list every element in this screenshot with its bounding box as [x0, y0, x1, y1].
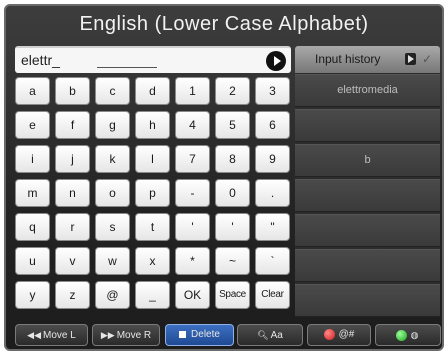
key-char[interactable]: y — [15, 281, 50, 309]
key-char[interactable]: 7 — [175, 145, 210, 173]
key-char[interactable]: o — [95, 179, 130, 207]
key-char[interactable]: 0 — [215, 179, 250, 207]
history-item[interactable]: b — [295, 144, 440, 177]
key-char[interactable]: m — [15, 179, 50, 207]
key-char[interactable]: k — [95, 145, 130, 173]
history-item[interactable] — [295, 109, 440, 142]
key-char[interactable]: @ — [95, 281, 130, 309]
key-char[interactable]: 3 — [255, 77, 290, 105]
history-item[interactable] — [295, 179, 440, 212]
key-char[interactable]: a — [15, 77, 50, 105]
key-char[interactable]: r — [55, 213, 90, 241]
key-char[interactable]: 6 — [255, 111, 290, 139]
input-value: elettr_ — [21, 52, 60, 68]
key-char[interactable]: i — [15, 145, 50, 173]
move-right-label: Move R — [116, 330, 152, 341]
key-char[interactable]: l — [135, 145, 170, 173]
history-item[interactable] — [295, 249, 440, 282]
green-button-icon — [395, 329, 407, 341]
delete-button[interactable]: Delete — [165, 324, 234, 346]
rewind-icon: ◀◀ — [27, 330, 42, 340]
key-char[interactable]: c — [95, 77, 130, 105]
blue-square-icon — [179, 330, 187, 338]
key-char[interactable]: f — [55, 111, 90, 139]
symbols-button[interactable]: @# — [307, 324, 371, 346]
key-char[interactable]: w — [95, 247, 130, 275]
dialog-title: English (Lower Case Alphabet) — [79, 13, 369, 35]
key-char[interactable]: * — [175, 247, 210, 275]
key-char[interactable]: v — [55, 247, 90, 275]
key-char[interactable]: h — [135, 111, 170, 139]
case-toggle-button[interactable]: 🔍︎ Aa — [237, 324, 303, 346]
text-input[interactable]: elettr_ — [15, 46, 291, 73]
key-char[interactable]: p — [135, 179, 170, 207]
fast-forward-icon: ▶▶ — [100, 330, 115, 340]
key-char[interactable]: " — [255, 213, 290, 241]
history-item[interactable] — [295, 214, 440, 247]
key-grid: a b c d 1 2 3 e f g h 4 5 6 i j k l 7 8 9 m n o p -0. q r s t ' ' " u v w x *… — [15, 77, 291, 315]
key-char[interactable]: 5 — [215, 111, 250, 139]
key-char[interactable]: ~ — [215, 247, 250, 275]
key-char[interactable]: ` — [255, 247, 290, 275]
move-left-button[interactable]: ◀◀ Move L — [15, 324, 88, 346]
input-history-header[interactable]: Input history ✓ — [295, 46, 440, 73]
key-char[interactable]: 9 — [255, 145, 290, 173]
key-char[interactable]: 4 — [175, 111, 210, 139]
input-history-label: Input history — [315, 52, 381, 66]
keyboard-dialog: English (Lower Case Alphabet) elettr_ ab… — [4, 4, 444, 351]
key-char[interactable]: b — [55, 77, 90, 105]
key-char[interactable]: 8 — [215, 145, 250, 173]
key-char[interactable]: - — [175, 179, 210, 207]
key-char[interactable]: _ — [135, 281, 170, 309]
move-left-label: Move L — [43, 330, 76, 341]
key-ok[interactable]: OK — [175, 281, 210, 309]
globe-icon: ◍ — [410, 330, 419, 340]
input-underline — [97, 67, 157, 68]
play-icon — [405, 53, 416, 65]
history-item[interactable] — [295, 284, 440, 317]
check-icon: ✓ — [422, 52, 433, 66]
language-button[interactable]: ◍ — [375, 324, 441, 346]
key-char[interactable]: ' — [215, 213, 250, 241]
key-char[interactable]: . — [255, 179, 290, 207]
go-icon[interactable] — [266, 51, 286, 71]
key-char[interactable]: s — [95, 213, 130, 241]
key-char[interactable]: j — [55, 145, 90, 173]
key-char[interactable]: z — [55, 281, 90, 309]
key-char[interactable]: n — [55, 179, 90, 207]
red-button-icon — [323, 328, 335, 340]
key-char[interactable]: 1 — [175, 77, 210, 105]
key-char[interactable]: 2 — [215, 77, 250, 105]
key-char[interactable]: ' — [175, 213, 210, 241]
symbols-label: @# — [338, 329, 355, 340]
key-char[interactable]: x — [135, 247, 170, 275]
key-char[interactable]: q — [15, 213, 50, 241]
input-history-panel: Input history ✓ elettromedia b — [295, 46, 440, 317]
key-clear[interactable]: Clear — [255, 281, 290, 309]
key-char[interactable]: e — [15, 111, 50, 139]
move-right-button[interactable]: ▶▶ Move R — [92, 324, 160, 346]
key-char[interactable]: g — [95, 111, 130, 139]
key-char[interactable]: d — [135, 77, 170, 105]
key-char[interactable]: t — [135, 213, 170, 241]
key-char[interactable]: u — [15, 247, 50, 275]
delete-label: Delete — [191, 329, 220, 340]
function-bar: ◀◀ Move L ▶▶ Move R Delete 🔍︎ Aa @# ◍ — [15, 324, 442, 347]
key-space[interactable]: Space — [215, 281, 250, 309]
magnify-icon: 🔍︎ — [257, 330, 269, 340]
case-label: Aa — [270, 330, 283, 341]
history-item[interactable]: elettromedia — [295, 74, 440, 107]
